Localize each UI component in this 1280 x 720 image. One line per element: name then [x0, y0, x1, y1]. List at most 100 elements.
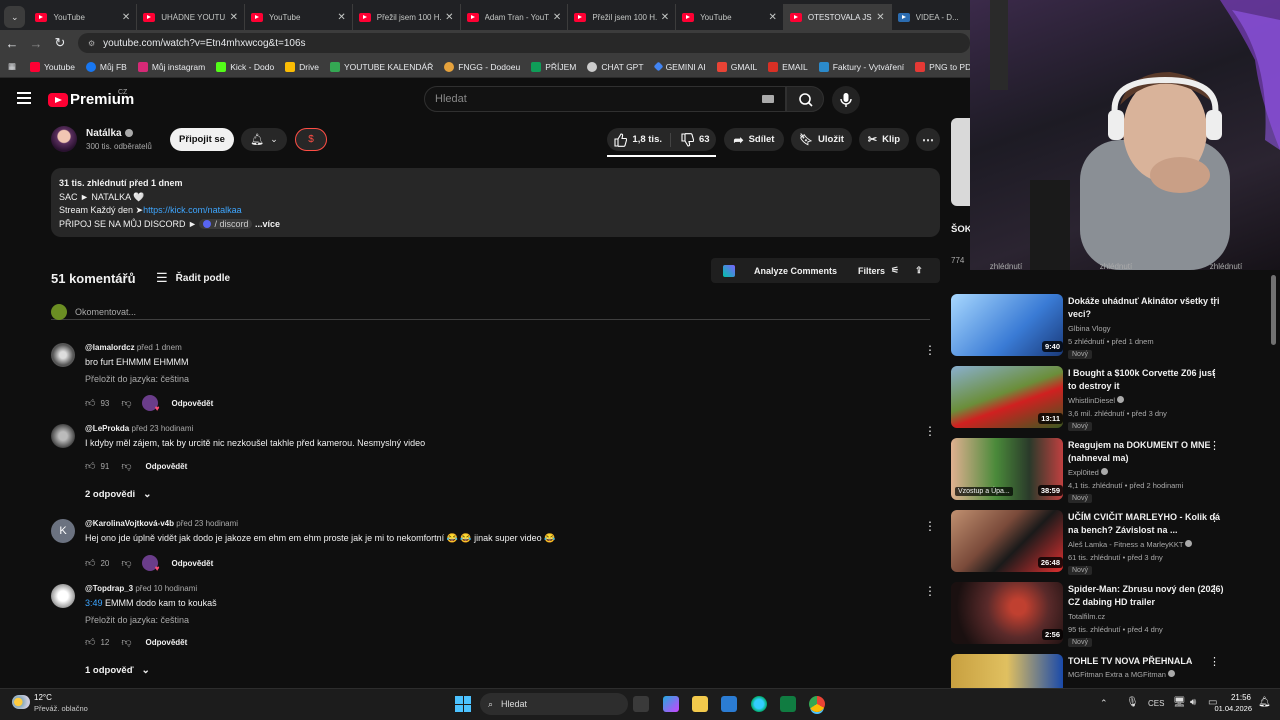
- discord-chip[interactable]: / discord: [199, 218, 253, 229]
- video-title[interactable]: Spider-Man: Zbrusu nový den (2026) CZ da…: [1068, 583, 1224, 609]
- commenter-avatar[interactable]: [51, 424, 75, 448]
- close-tab-icon[interactable]: ✕: [553, 12, 561, 23]
- translate-link[interactable]: Přeložit do jazyka: čeština: [85, 374, 189, 384]
- reload-icon[interactable]: ↻: [48, 35, 72, 51]
- comment-time[interactable]: před 10 hodinami: [135, 584, 197, 593]
- recommended-video[interactable]: 13:11 I Bought a $100k Corvette Z06 just…: [951, 366, 1271, 432]
- video-menu-icon[interactable]: ⋮: [1209, 439, 1220, 452]
- search-button[interactable]: [786, 86, 824, 112]
- bookmark-gemini[interactable]: GEMINI AI: [653, 62, 706, 72]
- video-menu-icon[interactable]: ⋮: [1209, 583, 1220, 596]
- youtube-logo-icon[interactable]: [48, 93, 68, 107]
- comment-menu-icon[interactable]: ⋮: [924, 519, 936, 533]
- reply-button[interactable]: Odpovědět: [172, 399, 214, 408]
- comment-menu-icon[interactable]: ⋮: [924, 584, 936, 598]
- comment-like-icon[interactable]: 👍︎: [85, 557, 95, 569]
- bookmark-gmail[interactable]: GMAIL: [716, 61, 757, 72]
- excel-icon[interactable]: [780, 696, 796, 712]
- video-title[interactable]: UČÍM CVIČIT MARLEYHO - Kolik dá na bench…: [1068, 511, 1224, 537]
- browser-tab[interactable]: VIDEA - D...: [892, 4, 970, 30]
- recommended-video[interactable]: TOHLE TV NOVA PŘEHNALA MGFitman Extra a …: [951, 654, 1271, 688]
- bookmark-png-to-pdf[interactable]: PNG to PDF: [915, 61, 976, 72]
- close-tab-icon[interactable]: ✕: [876, 12, 884, 23]
- reply-button[interactable]: Odpovědět: [146, 638, 188, 647]
- video-thumbnail[interactable]: Vzostup a Úpa... 38:59: [951, 438, 1063, 500]
- comment-time[interactable]: před 23 hodinami: [176, 519, 238, 528]
- browser-tab[interactable]: Adam Tran - YouT... ✕: [461, 4, 569, 30]
- video-description[interactable]: 31 tis. zhlédnutí před 1 dnem SAC ► NATA…: [51, 168, 940, 237]
- video-thumbnail[interactable]: 13:11: [951, 366, 1063, 428]
- partial-video-thumbnail[interactable]: [951, 118, 970, 206]
- browser-tab[interactable]: UHÁDNE YOUTU... ✕: [137, 4, 246, 30]
- comment-author[interactable]: @LeProkda: [85, 424, 129, 433]
- bookmark-email[interactable]: EMAIL: [768, 61, 808, 72]
- close-tab-icon[interactable]: ✕: [230, 12, 238, 23]
- video-title[interactable]: TOHLE TV NOVA PŘEHNALA: [1068, 655, 1224, 668]
- video-channel[interactable]: MGFitman Extra a MGFitman: [1068, 670, 1176, 679]
- video-channel[interactable]: WhistlinDiesel: [1068, 396, 1125, 405]
- reply-button[interactable]: Odpovědět: [146, 462, 188, 471]
- bookmark-prijem[interactable]: PŘÍJEM: [531, 61, 576, 72]
- file-explorer-icon[interactable]: [692, 696, 708, 712]
- language-indicator[interactable]: CES: [1148, 699, 1164, 708]
- bookmark-faktury[interactable]: Faktury - Vytváření: [818, 61, 904, 72]
- like-button[interactable]: 1,8 tis.: [613, 132, 671, 147]
- close-tab-icon[interactable]: ✕: [768, 12, 776, 23]
- video-thumbnail[interactable]: 2:56: [951, 582, 1063, 644]
- browser-tab[interactable]: YouTube ✕: [676, 4, 784, 30]
- comment-author[interactable]: @KarolinaVojtková-v4b: [85, 519, 174, 528]
- keyboard-icon[interactable]: [762, 95, 774, 103]
- comment-menu-icon[interactable]: ⋮: [924, 343, 936, 357]
- network-icon[interactable]: 🖥︎: [1173, 697, 1186, 708]
- show-replies-button[interactable]: 1 odpověď ⌄: [85, 665, 150, 676]
- taskbar-search-input[interactable]: ⌕ Hledat: [480, 693, 628, 715]
- windows-start-icon[interactable]: [455, 696, 471, 712]
- bookmark-drive[interactable]: Drive: [285, 61, 319, 72]
- video-thumbnail[interactable]: 9:40: [951, 294, 1063, 356]
- weather-cloud-icon[interactable]: [12, 695, 30, 709]
- video-title[interactable]: Reagujem na DOKUMENT O MNE (nahneval ma): [1068, 439, 1224, 465]
- join-button[interactable]: Připojit se: [170, 128, 234, 151]
- browser-tab[interactable]: Přežil jsem 100 H... ✕: [568, 4, 677, 30]
- notification-bell-button[interactable]: 🔔︎ ⌄: [241, 128, 287, 151]
- recommended-video[interactable]: 9:40 Dokáže uhádnuť Akinátor všetky tri …: [951, 294, 1271, 360]
- clock-time[interactable]: 21:56: [1229, 693, 1251, 702]
- kick-link[interactable]: https://kick.com/natalkaa: [143, 205, 242, 215]
- video-channel[interactable]: Expl0ited: [1068, 468, 1108, 477]
- channel-name[interactable]: Natálka: [86, 128, 122, 139]
- copilot-icon[interactable]: [663, 696, 679, 712]
- add-comment-field[interactable]: Okomentovat...: [51, 303, 930, 320]
- forward-arrow-icon[interactable]: →: [24, 36, 48, 51]
- video-menu-icon[interactable]: ⋮: [1209, 511, 1220, 524]
- browser-tab-active[interactable]: OTESTOVALA JSEM... ✕: [783, 4, 892, 30]
- volume-icon[interactable]: 🔊︎: [1190, 697, 1196, 708]
- video-title[interactable]: I Bought a $100k Corvette Z06 just to de…: [1068, 367, 1224, 393]
- video-menu-icon[interactable]: ⋮: [1209, 295, 1220, 308]
- translate-link[interactable]: Přeložit do jazyka: čeština: [85, 615, 189, 625]
- recommended-video[interactable]: 26:48 UČÍM CVIČIT MARLEYHO - Kolik dá na…: [951, 510, 1271, 576]
- browser-tab[interactable]: Přežil jsem 100 H... ✕: [353, 4, 461, 30]
- edge-icon[interactable]: [751, 696, 767, 712]
- recommended-video[interactable]: Vzostup a Úpa... 38:59 Reagujem na DOKUME…: [951, 438, 1271, 504]
- comment-like-icon[interactable]: 👍︎: [85, 460, 95, 472]
- video-menu-icon[interactable]: ⋮: [1209, 655, 1220, 668]
- comment-dislike-icon[interactable]: 👎︎: [121, 557, 131, 569]
- url-field[interactable]: ⚙ youtube.com/watch?v=Etn4mhxwcog&t=106s: [78, 33, 970, 53]
- comment-like-icon[interactable]: 👍︎: [85, 397, 95, 409]
- search-input[interactable]: Hledat: [424, 86, 786, 112]
- comment-dislike-icon[interactable]: 👎︎: [121, 397, 131, 409]
- comment-dislike-icon[interactable]: 👎︎: [121, 636, 131, 648]
- voice-search-button[interactable]: [832, 86, 860, 114]
- outlook-icon[interactable]: [721, 696, 737, 712]
- commenter-avatar[interactable]: [51, 343, 75, 367]
- export-icon[interactable]: ⇪: [915, 265, 923, 276]
- clock-date[interactable]: 01.04.2026: [1212, 704, 1252, 713]
- site-info-icon[interactable]: ⚙: [88, 39, 95, 48]
- show-replies-button[interactable]: 2 odpovědi ⌄: [85, 489, 152, 500]
- timestamp-link[interactable]: 3:49: [85, 598, 103, 608]
- thanks-button[interactable]: $: [295, 128, 327, 151]
- commenter-avatar[interactable]: [51, 584, 75, 608]
- clip-button[interactable]: ✂ Klip: [859, 128, 909, 151]
- chrome-icon[interactable]: [809, 696, 825, 712]
- close-tab-icon[interactable]: ✕: [445, 12, 453, 23]
